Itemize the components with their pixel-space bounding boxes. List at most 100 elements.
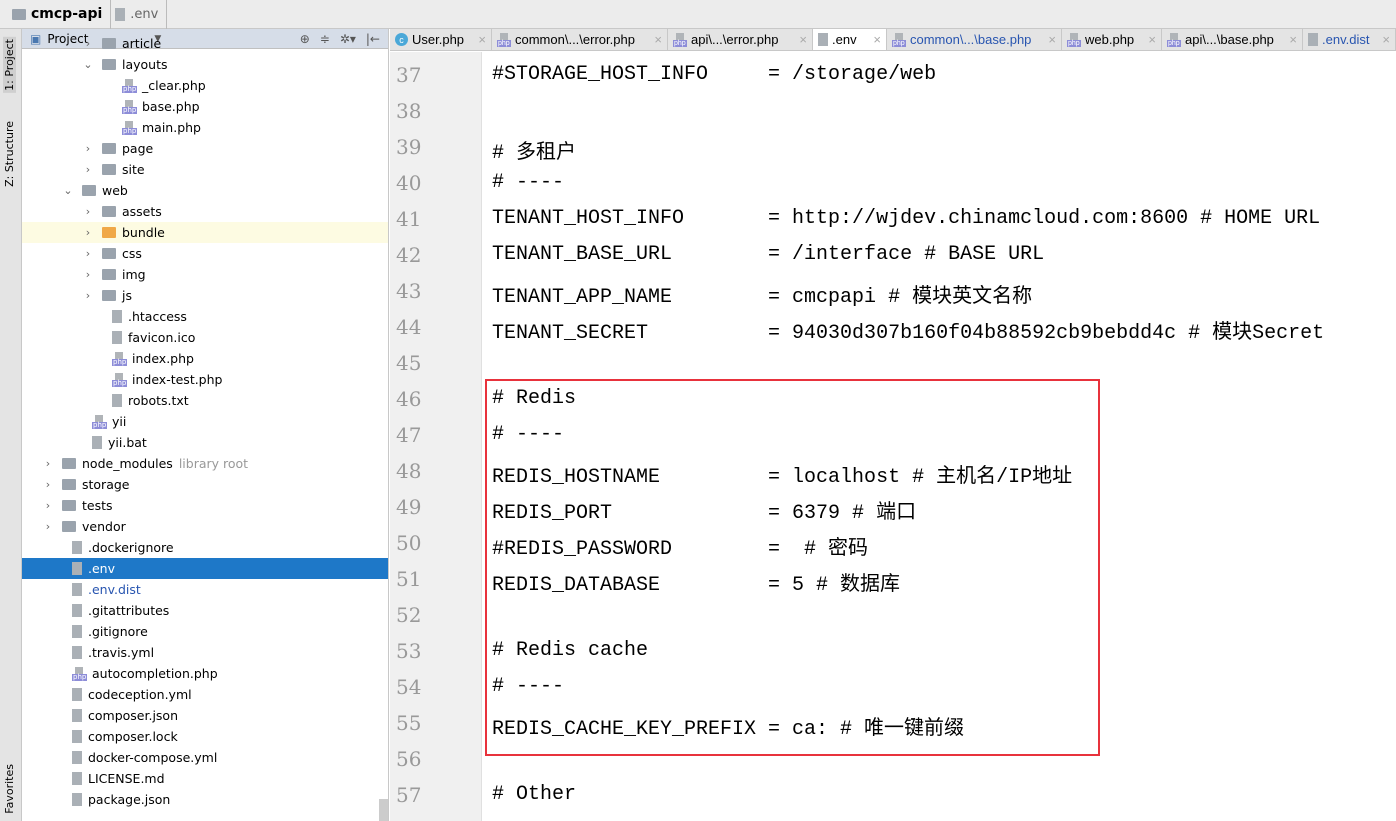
tree-item[interactable]: codeception.yml bbox=[22, 684, 388, 705]
favorites-tool-button[interactable]: Favorites bbox=[3, 764, 16, 814]
tree-item-label: .travis.yml bbox=[88, 645, 155, 660]
line-number: 49 bbox=[396, 495, 422, 519]
line-number: 45 bbox=[396, 351, 422, 375]
tree-item-label: composer.json bbox=[88, 708, 179, 723]
class-icon: c bbox=[395, 33, 408, 46]
line-number: 50 bbox=[396, 531, 422, 555]
file-icon bbox=[72, 646, 82, 659]
close-icon[interactable]: × bbox=[799, 32, 807, 47]
tree-item[interactable]: .gitattributes bbox=[22, 600, 388, 621]
folder-icon bbox=[62, 458, 76, 469]
tab-env-dist[interactable]: .env.dist × bbox=[1303, 29, 1396, 50]
project-tool-button[interactable]: 1: Project bbox=[3, 37, 16, 93]
tree-item-label: layouts bbox=[122, 57, 168, 72]
chevron-icon: › bbox=[85, 142, 91, 155]
tree-item-label: storage bbox=[82, 477, 130, 492]
tree-item[interactable]: composer.json bbox=[22, 705, 388, 726]
breadcrumb-project[interactable]: cmcp-api bbox=[8, 0, 112, 29]
tree-item[interactable]: index-test.php bbox=[22, 369, 388, 390]
file-icon bbox=[72, 772, 82, 785]
tab-api-error-php[interactable]: api\...\error.php × bbox=[668, 29, 813, 50]
tree-item[interactable]: .env bbox=[22, 558, 388, 579]
folder-icon bbox=[102, 248, 116, 259]
breadcrumb-file[interactable]: .env bbox=[111, 0, 168, 29]
chevron-icon: › bbox=[45, 520, 51, 533]
tree-item[interactable]: › img bbox=[22, 264, 388, 285]
tree-item[interactable]: package.json bbox=[22, 789, 388, 810]
php-file-icon bbox=[497, 32, 511, 47]
tree-item[interactable]: › vendor bbox=[22, 516, 388, 537]
tab-common-base-php[interactable]: common\...\base.php × bbox=[887, 29, 1062, 50]
tree-item[interactable]: ⌄ web bbox=[22, 180, 388, 201]
file-icon bbox=[72, 751, 82, 764]
tree-item[interactable]: › page bbox=[22, 138, 388, 159]
php-file-icon bbox=[1067, 32, 1081, 47]
tree-item[interactable]: › tests bbox=[22, 495, 388, 516]
folder-icon bbox=[102, 38, 116, 49]
close-icon[interactable]: × bbox=[1289, 32, 1297, 47]
tree-item[interactable]: .env.dist bbox=[22, 579, 388, 600]
tree-item[interactable]: index.php bbox=[22, 348, 388, 369]
tool-window-strip: 1: Project Z: Structure Favorites bbox=[0, 29, 22, 821]
tree-item[interactable]: ⌄ layouts bbox=[22, 54, 388, 75]
close-icon[interactable]: × bbox=[873, 32, 881, 47]
tree-item-label: web bbox=[102, 183, 128, 198]
tree-item[interactable]: .dockerignore bbox=[22, 537, 388, 558]
scrollbar[interactable] bbox=[379, 799, 388, 821]
folder-icon bbox=[62, 521, 76, 532]
tab-label: .env bbox=[832, 32, 857, 47]
tree-item-label: .gitattributes bbox=[88, 603, 170, 618]
close-icon[interactable]: × bbox=[654, 32, 662, 47]
tab-api-base-php[interactable]: api\...\base.php × bbox=[1162, 29, 1303, 50]
tree-item[interactable]: .travis.yml bbox=[22, 642, 388, 663]
tree-item[interactable]: main.php bbox=[22, 117, 388, 138]
tab-label: api\...\error.php bbox=[691, 32, 779, 47]
chevron-icon: › bbox=[85, 163, 91, 176]
tree-item[interactable]: _clear.php bbox=[22, 75, 388, 96]
file-icon bbox=[72, 793, 82, 806]
tree-item[interactable]: › storage bbox=[22, 474, 388, 495]
tree-item[interactable]: › bundle bbox=[22, 222, 388, 243]
tab-label: web.php bbox=[1085, 32, 1135, 47]
tree-item[interactable]: .gitignore bbox=[22, 621, 388, 642]
tree-item[interactable]: .htaccess bbox=[22, 306, 388, 327]
tree-item-label: assets bbox=[122, 204, 162, 219]
tree-item[interactable]: › css bbox=[22, 243, 388, 264]
close-icon[interactable]: × bbox=[1048, 32, 1056, 47]
tab-web-php[interactable]: web.php × bbox=[1062, 29, 1162, 50]
tree-item[interactable]: composer.lock bbox=[22, 726, 388, 747]
tree-item[interactable]: autocompletion.php bbox=[22, 663, 388, 684]
tree-item-label: LICENSE.md bbox=[88, 771, 165, 786]
chevron-icon: › bbox=[45, 499, 51, 512]
php-file-icon bbox=[92, 414, 108, 429]
library-root-label: library root bbox=[178, 456, 249, 471]
tree-item[interactable]: yii.bat bbox=[22, 432, 388, 453]
line-number: 42 bbox=[396, 243, 422, 267]
tree-item[interactable]: › site bbox=[22, 159, 388, 180]
tree-item-label: index.php bbox=[132, 351, 194, 366]
tree-item[interactable]: › js bbox=[22, 285, 388, 306]
tab-user-php[interactable]: c User.php × bbox=[390, 29, 492, 50]
chevron-icon: › bbox=[85, 268, 91, 281]
folder-icon bbox=[102, 227, 116, 238]
folder-icon bbox=[102, 164, 116, 175]
tab-common-error-php[interactable]: common\...\error.php × bbox=[492, 29, 668, 50]
close-icon[interactable]: × bbox=[1382, 32, 1390, 47]
close-icon[interactable]: × bbox=[1148, 32, 1156, 47]
tree-item[interactable]: › node_modules library root bbox=[22, 453, 388, 474]
close-icon[interactable]: × bbox=[478, 32, 486, 47]
file-icon bbox=[112, 331, 122, 344]
tree-item[interactable]: base.php bbox=[22, 96, 388, 117]
tree-item-label: site bbox=[122, 162, 145, 177]
tree-item[interactable]: robots.txt bbox=[22, 390, 388, 411]
tree-item-label: composer.lock bbox=[88, 729, 178, 744]
tree-item[interactable]: › article bbox=[22, 33, 388, 54]
code-line: TENANT_BASE_URL = /interface # BASE URL bbox=[492, 243, 1045, 266]
tree-item[interactable]: › assets bbox=[22, 201, 388, 222]
structure-tool-button[interactable]: Z: Structure bbox=[3, 121, 16, 187]
tree-item[interactable]: docker-compose.yml bbox=[22, 747, 388, 768]
tree-item[interactable]: LICENSE.md bbox=[22, 768, 388, 789]
tree-item[interactable]: favicon.ico bbox=[22, 327, 388, 348]
tab-env[interactable]: .env × bbox=[813, 29, 887, 50]
tree-item[interactable]: yii bbox=[22, 411, 388, 432]
